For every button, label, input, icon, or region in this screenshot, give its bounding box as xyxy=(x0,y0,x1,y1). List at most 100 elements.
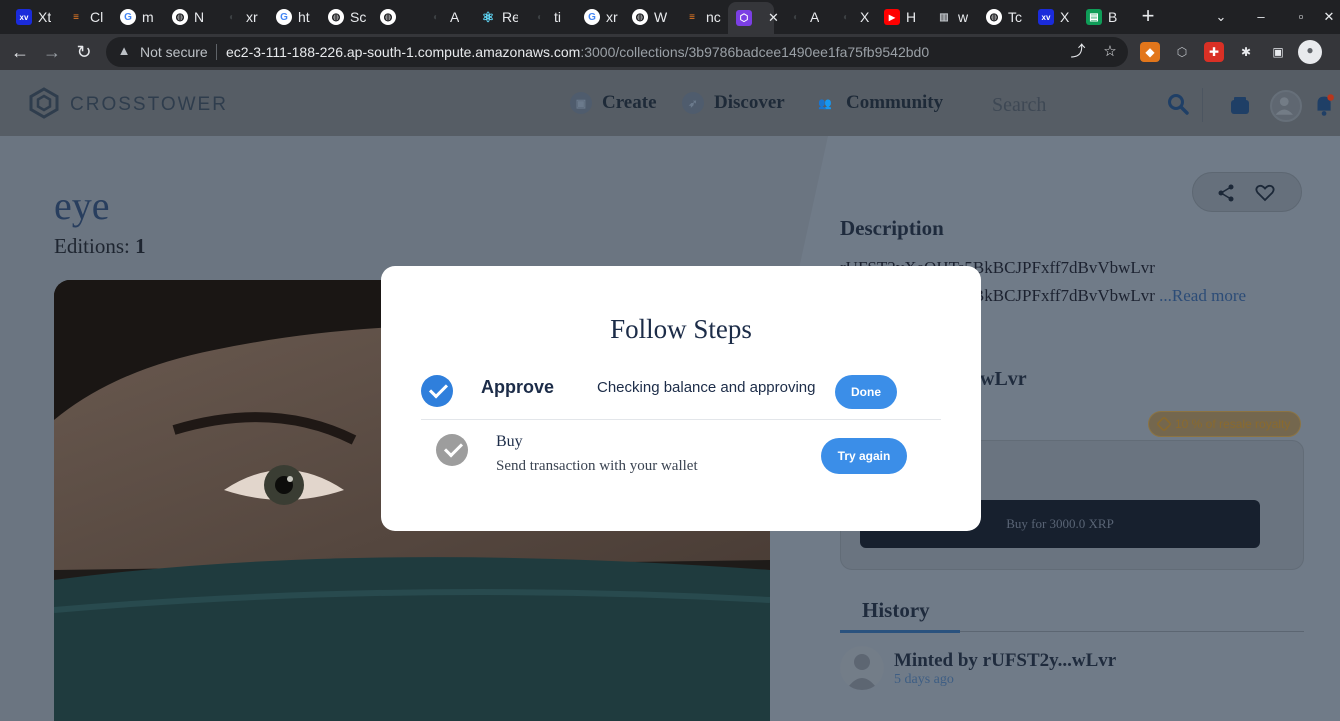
wallet-icon[interactable] xyxy=(1224,90,1256,122)
done-button[interactable]: Done xyxy=(835,375,897,409)
editions-count: Editions: 1 xyxy=(54,234,146,259)
address-bar[interactable]: ▲ Not secure ec2-3-111-188-226.ap-south-… xyxy=(106,37,1128,67)
browser-tab[interactable]: ◍ N xyxy=(164,4,210,30)
browser-tab-label: m xyxy=(142,9,154,25)
browser-tab[interactable]: ◐ xr xyxy=(216,4,262,30)
editions-label: Editions: xyxy=(54,234,130,258)
browser-tab[interactable]: Gxr xyxy=(576,4,622,30)
modal-title: Follow Steps xyxy=(610,314,752,344)
minimize-icon[interactable]: – xyxy=(1250,6,1272,28)
browser-tab[interactable]: ≡ Cl xyxy=(60,4,106,30)
profile-avatar-icon[interactable]: ● xyxy=(1298,40,1322,64)
check-circle-icon xyxy=(421,375,453,407)
browser-tab[interactable]: ⚛ Re xyxy=(472,4,518,30)
bookmark-star-icon[interactable]: ☆ xyxy=(1100,42,1120,62)
address-divider xyxy=(216,44,217,60)
step-buy-name: Buy xyxy=(496,433,523,450)
xaman-icon: xv xyxy=(16,9,32,25)
browser-tab[interactable]: ▶ H xyxy=(876,4,922,30)
github-icon: ◐ xyxy=(228,11,236,23)
crosstower-logo-icon[interactable] xyxy=(28,87,60,119)
forward-icon[interactable]: → xyxy=(40,40,64,64)
browser-tab[interactable]: Gm xyxy=(112,4,158,30)
sheets-icon: ▤ xyxy=(1086,9,1102,25)
browser-tab-label: W xyxy=(654,9,668,25)
browser-tab[interactable]: ◐ A xyxy=(780,4,826,30)
step-buy: Buy Send transaction with your wallet Tr… xyxy=(421,421,941,497)
community-icon: 👥 xyxy=(818,97,832,110)
browser-tab[interactable]: ◐ A xyxy=(420,4,466,30)
read-more-link[interactable]: ...Read more xyxy=(1159,286,1246,305)
compass-icon: ➶ xyxy=(682,92,704,114)
browser-tab[interactable]: xv X xyxy=(1030,4,1076,30)
history-tab[interactable]: History xyxy=(862,598,930,623)
step-buy-description: Send transaction with your wallet xyxy=(496,458,698,474)
user-avatar-icon[interactable] xyxy=(1270,90,1302,122)
history-tab-underline xyxy=(840,630,960,633)
browser-tab-label: X xyxy=(1060,9,1070,25)
nft-title: eye xyxy=(54,183,110,228)
metamask-extension-icon[interactable]: ◆ xyxy=(1140,42,1160,62)
side-panel-icon[interactable]: ▣ xyxy=(1268,42,1288,62)
warning-icon[interactable]: ▲ xyxy=(116,43,132,59)
browser-tab[interactable]: ◍ Tc xyxy=(978,4,1024,30)
browser-tab[interactable]: ◍ xyxy=(372,4,418,30)
royalty-text: 10 % of resale royalty xyxy=(1175,417,1291,431)
brand-name[interactable]: CROSSTOWER xyxy=(70,94,228,116)
nav-create-label: Create xyxy=(602,92,657,113)
owner-address[interactable]: wLvr xyxy=(980,368,1027,391)
google-icon: G xyxy=(120,9,136,25)
browser-tab[interactable]: ▤ B xyxy=(1078,4,1124,30)
nav-create[interactable]: ▣ Create xyxy=(570,92,657,114)
browser-tab-label: ti xyxy=(554,9,561,25)
browser-tab[interactable]: ◐ ti xyxy=(524,4,570,30)
back-icon[interactable]: ← xyxy=(8,40,32,64)
reload-icon[interactable]: ↻ xyxy=(72,40,96,64)
browser-tab[interactable]: ◍ W xyxy=(624,4,670,30)
security-label[interactable]: Not secure xyxy=(140,44,208,60)
browser-toolbar: ← → ↻ ▲ Not secure ec2-3-111-188-226.ap-… xyxy=(0,34,1340,70)
browser-tab-label: X xyxy=(860,9,870,25)
restore-icon[interactable]: ▫ xyxy=(1290,6,1312,28)
red-extension-icon[interactable]: ✚ xyxy=(1204,42,1224,62)
heart-icon[interactable] xyxy=(1255,184,1275,202)
url-host[interactable]: ec2-3-111-188-226.ap-south-1.compute.ama… xyxy=(226,44,580,60)
cube-extension-icon[interactable]: ⬡ xyxy=(1172,42,1192,62)
try-again-button[interactable]: Try again xyxy=(821,438,907,474)
site-header: CROSSTOWER ▣ Create ➶ Discover 👥 Communi… xyxy=(0,70,1340,136)
history-avatar xyxy=(840,646,884,690)
search-input[interactable]: Search xyxy=(992,94,1046,117)
site-search[interactable]: Search xyxy=(980,90,1200,120)
stackoverflow-icon: ≡ xyxy=(73,11,79,23)
google-icon: G xyxy=(276,9,292,25)
browser-tab[interactable]: ≡ nc xyxy=(676,4,722,30)
browser-tab[interactable]: Ght xyxy=(268,4,314,30)
browser-tab-label: B xyxy=(1108,9,1118,25)
tab-search-icon[interactable]: ⌄ xyxy=(1210,6,1232,28)
browser-tab-label: ht xyxy=(298,9,310,25)
building-icon: ▥ xyxy=(939,11,949,23)
browser-tab[interactable]: xv Xt xyxy=(8,4,54,30)
nav-discover[interactable]: ➶ Discover xyxy=(682,92,785,114)
browser-tab[interactable]: ⬡ ✕ xyxy=(728,2,779,34)
close-tab-icon[interactable]: ✕ xyxy=(768,10,779,26)
share-icon[interactable] xyxy=(1217,184,1235,202)
share-page-icon[interactable]: ⤴ xyxy=(1068,42,1088,62)
browser-tab[interactable]: ◍ Sc xyxy=(320,4,366,30)
new-tab-button[interactable]: + xyxy=(1136,5,1160,29)
notification-bell-icon[interactable] xyxy=(1310,90,1340,122)
browser-tab[interactable]: ▥ w xyxy=(928,4,974,30)
nav-community-label: Community xyxy=(846,92,944,113)
description-heading: Description xyxy=(840,216,944,240)
close-window-icon[interactable]: ✕ xyxy=(1318,6,1340,28)
github-icon: ◐ xyxy=(842,11,850,23)
react-icon: ⚛ xyxy=(481,8,495,25)
royalty-badge: 10 % of resale royalty xyxy=(1148,411,1302,437)
globe-icon: ◍ xyxy=(328,9,344,25)
browser-tab[interactable]: ◐ X xyxy=(830,4,876,30)
nav-community[interactable]: 👥 Community xyxy=(814,92,943,114)
search-icon[interactable] xyxy=(1166,92,1190,116)
extensions-puzzle-icon[interactable]: ✱ xyxy=(1236,42,1256,62)
url-path[interactable]: :3000/collections/3b9786badcee1490ee1fa7… xyxy=(580,44,929,60)
url-text[interactable]: ec2-3-111-188-226.ap-south-1.compute.ama… xyxy=(226,44,929,60)
